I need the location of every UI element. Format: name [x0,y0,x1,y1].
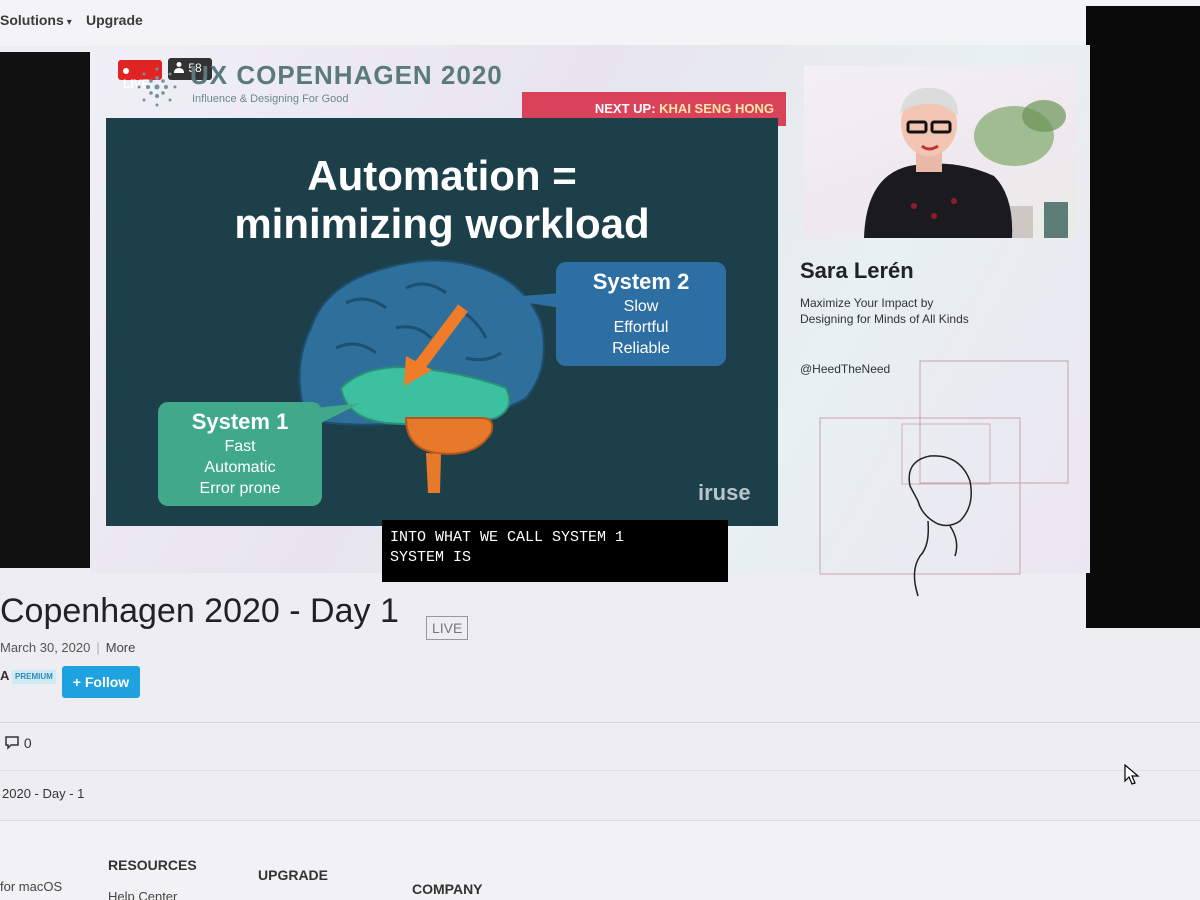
player-letterbox-right [1086,6,1200,628]
live-caption: INTO WHAT WE CALL SYSTEM 1 SYSTEM IS [382,520,728,582]
system-2-callout: System 2 Slow Effortful Reliable [556,262,726,366]
comments-button[interactable]: 0 [4,734,32,751]
system-1-item: Automatic [204,459,276,476]
divider [0,770,1200,771]
system-2-item: Reliable [612,340,670,357]
slide-brand-logo: iruse [698,480,751,505]
slide-title-line1: Automation = [307,152,577,199]
speaker-photo-image [864,87,1068,238]
event-date: March 30, 2020 [0,640,91,655]
slide-title: Automation = minimizing workload [106,152,778,248]
solutions-menu[interactable]: Solutions ▾ [0,12,72,28]
system-2-title: System 2 [592,269,690,294]
upgrade-link[interactable]: Upgrade [86,12,143,28]
footer-heading-company: COMPANY [412,881,483,897]
system-2-item: Effortful [613,319,669,336]
caption-line: SYSTEM IS [390,549,472,566]
chevron-down-icon: ▾ [66,17,72,28]
next-up-prefix: NEXT UP: [594,101,656,116]
slide-title-line2: minimizing workload [234,200,650,247]
system-1-item: Error prone [199,480,281,497]
breadcrumb[interactable]: 2020 - Day - 1 [2,786,84,801]
channel-name[interactable]: A [0,668,9,683]
live-dot-icon [123,67,129,74]
site-footer: RESOURCES UPGRADE COMPANY for macOS Help… [0,820,1200,900]
talk-title: Maximize Your Impact by Designing for Mi… [800,296,969,326]
system-1-title: System 1 [191,409,289,434]
more-link[interactable]: More [106,640,136,655]
system-1-item: Fast [224,438,256,455]
speaker-name: Sara Lerén [800,258,914,283]
meta-separator: | [96,640,100,655]
footer-link-help-center[interactable]: Help Center [108,889,177,900]
conference-title: UX COPENHAGEN 2020 [190,60,503,90]
solutions-label: Solutions [0,12,64,28]
conference-logo-icon [137,67,177,107]
premium-badge: PREMIUM [12,670,56,684]
speaker-video-feed [804,66,1076,238]
decorative-sketch [819,360,1069,597]
caption-line: INTO WHAT WE CALL SYSTEM 1 [390,529,625,546]
comment-icon [5,736,19,750]
conference-subtitle: Influence & Designing For Good [192,93,349,105]
event-meta: March 30, 2020 | More [0,640,135,655]
event-title: Copenhagen 2020 - Day 1 [0,592,399,630]
live-tag: LIVE [426,616,469,640]
mouse-cursor-icon [1124,764,1140,785]
footer-link-macos[interactable]: for macOS [0,879,62,894]
system-1-callout: System 1 Fast Automatic Error prone [158,402,322,506]
system-2-item: Slow [623,298,659,315]
top-navigation-bar: Solutions ▾ Upgrade [0,0,1200,46]
footer-heading-resources: RESOURCES [108,857,197,873]
follow-button[interactable]: + Follow [62,666,140,698]
comment-count: 0 [23,735,32,751]
divider [0,722,1200,723]
presentation-slide: Automation = minimizing workload System … [106,118,778,526]
footer-heading-upgrade: UPGRADE [258,867,329,883]
next-up-speaker: KHAI SENG HONG [659,101,774,116]
